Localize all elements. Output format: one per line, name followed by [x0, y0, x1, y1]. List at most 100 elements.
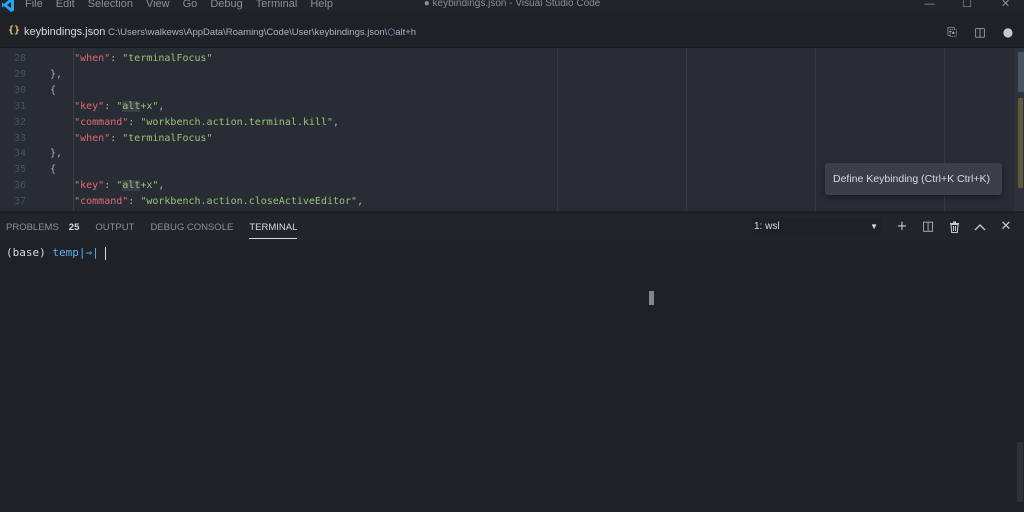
line-number: 29	[13, 68, 26, 80]
json-key: "key"	[74, 100, 105, 112]
unsaved-dot-icon[interactable]: ●	[1000, 25, 1016, 40]
terminal-cursor	[104, 246, 106, 260]
prompt-symbol: |⇒|	[78, 246, 99, 259]
code-line[interactable]: "when": "terminalFocus"	[50, 131, 363, 147]
json-string-highlight: alt	[122, 180, 141, 192]
prompt-env: (base)	[6, 246, 46, 259]
json-string: +x"	[140, 180, 159, 192]
new-terminal-icon[interactable]: +	[894, 218, 910, 235]
code-line[interactable]: },	[50, 67, 363, 83]
panel-actions: + ◫ ✕	[894, 218, 1014, 235]
code-separator: :	[104, 100, 117, 112]
terminal-select-value: 1: wsl	[754, 221, 780, 232]
code-line[interactable]: },	[50, 146, 363, 162]
code-line[interactable]: "key": "alt+x",	[50, 99, 363, 115]
dropdown-arrow-icon: ▼	[870, 222, 878, 231]
line-number: 31	[13, 100, 26, 112]
json-string: "terminalFocus"	[122, 53, 213, 64]
line-number: 33	[13, 132, 26, 144]
minimize-icon[interactable]: —	[924, 0, 935, 10]
ruler	[686, 48, 687, 211]
code-punctuation: ,	[357, 196, 364, 208]
terminal-prompt: (base) temp|⇒|	[6, 246, 106, 260]
code-line[interactable]: "when": "terminalFocus"	[50, 51, 363, 67]
code-lines[interactable]: "when": "terminalFocus"}, { "key": "alt+x…	[50, 51, 363, 210]
json-file-icon: {}	[8, 25, 21, 36]
editor-scroll-thumb[interactable]	[1018, 52, 1024, 92]
breadcrumb[interactable]: C:\Users\walkews\AppData\Roaming\Code\Us…	[108, 27, 416, 38]
open-preview-icon[interactable]: ⎘	[944, 25, 960, 40]
overview-ruler-marks	[1018, 98, 1023, 188]
close-window-icon[interactable]: ✕	[1001, 0, 1010, 10]
panel-header: PROBLEMS 25 OUTPUT DEBUG CONSOLE TERMINAL…	[0, 212, 1024, 240]
kill-terminal-icon[interactable]	[946, 218, 962, 235]
code-punctuation: },	[50, 68, 63, 80]
breadcrumb-symbol[interactable]: alt+h	[395, 27, 416, 38]
tab-problems-label: PROBLEMS	[6, 222, 59, 233]
line-numbers: 28 29 30 31 32 33 34 35 36 37	[0, 51, 26, 210]
json-key: "when"	[74, 132, 111, 144]
code-punctuation: },	[50, 148, 63, 160]
json-key: "command"	[74, 116, 129, 128]
json-key: "key"	[74, 180, 105, 192]
maximize-icon[interactable]: ☐	[962, 0, 972, 10]
mouse-ibeam-cursor	[649, 291, 654, 305]
code-line[interactable]: {	[50, 162, 363, 178]
json-key: "when"	[74, 53, 111, 64]
code-punctuation: {	[50, 84, 57, 96]
json-string: +x"	[140, 100, 159, 112]
line-number: 32	[13, 116, 26, 128]
line-number: 34	[13, 148, 26, 160]
ruler	[815, 48, 816, 211]
tab-terminal[interactable]: TERMINAL	[249, 222, 298, 239]
maximize-panel-icon[interactable]	[972, 218, 988, 235]
json-key: "command"	[74, 196, 129, 208]
tab-output[interactable]: OUTPUT	[95, 222, 134, 233]
code-separator: :	[104, 180, 117, 192]
line-number: 37	[13, 196, 26, 208]
close-panel-icon[interactable]: ✕	[998, 218, 1014, 235]
code-line[interactable]: "key": "alt+x",	[50, 178, 363, 194]
ruler	[557, 48, 558, 211]
split-editor-icon[interactable]: ◫	[972, 25, 988, 40]
split-terminal-icon[interactable]: ◫	[920, 218, 936, 235]
problems-count-badge: 25	[68, 222, 80, 233]
terminal-select-dropdown[interactable]: 1: wsl ▼	[752, 218, 882, 235]
editor-actions: ⎘ ◫ ●	[944, 25, 1016, 40]
code-punctuation: ,	[158, 180, 165, 192]
line-number: 35	[13, 164, 26, 176]
window-title: ● keybindings.json - Visual Studio Code	[423, 0, 601, 9]
title-bar: File Edit Selection View Go Debug Termin…	[0, 0, 1024, 12]
terminal-area[interactable]: (base) temp|⇒|	[0, 240, 1024, 512]
breadcrumb-path[interactable]: C:\Users\walkews\AppData\Roaming\Code\Us…	[108, 27, 387, 38]
json-string: "workbench.action.terminal.kill"	[140, 116, 333, 128]
code-line[interactable]: {	[50, 83, 363, 99]
code-line[interactable]: "command": "workbench.action.terminal.ki…	[50, 115, 363, 131]
code-separator: :	[110, 53, 123, 64]
json-string: "terminalFocus"	[122, 132, 213, 144]
code-separator: :	[128, 196, 141, 208]
symbol-cube-icon: ⬡	[387, 27, 396, 37]
define-keybinding-tooltip[interactable]: Define Keybinding (Ctrl+K Ctrl+K)	[825, 163, 1002, 195]
code-line[interactable]: "command": "workbench.action.closeActive…	[50, 194, 363, 210]
code-punctuation: ,	[332, 116, 340, 128]
line-number: 36	[13, 180, 26, 192]
terminal-scrollbar[interactable]	[1017, 442, 1023, 502]
code-punctuation: ,	[158, 100, 165, 112]
code-separator: :	[128, 116, 141, 128]
line-number: 30	[13, 84, 26, 96]
json-string-highlight: alt	[122, 100, 141, 112]
tab-file-name[interactable]: keybindings.json	[24, 26, 105, 38]
json-string: "workbench.action.closeActiveEditor"	[140, 196, 358, 208]
prompt-dir: temp	[52, 246, 79, 259]
code-separator: :	[110, 132, 123, 144]
tab-problems[interactable]: PROBLEMS 25	[6, 222, 79, 233]
tab-debug-console[interactable]: DEBUG CONSOLE	[150, 222, 233, 233]
panel-tabs: PROBLEMS 25 OUTPUT DEBUG CONSOLE TERMINAL	[6, 222, 313, 239]
